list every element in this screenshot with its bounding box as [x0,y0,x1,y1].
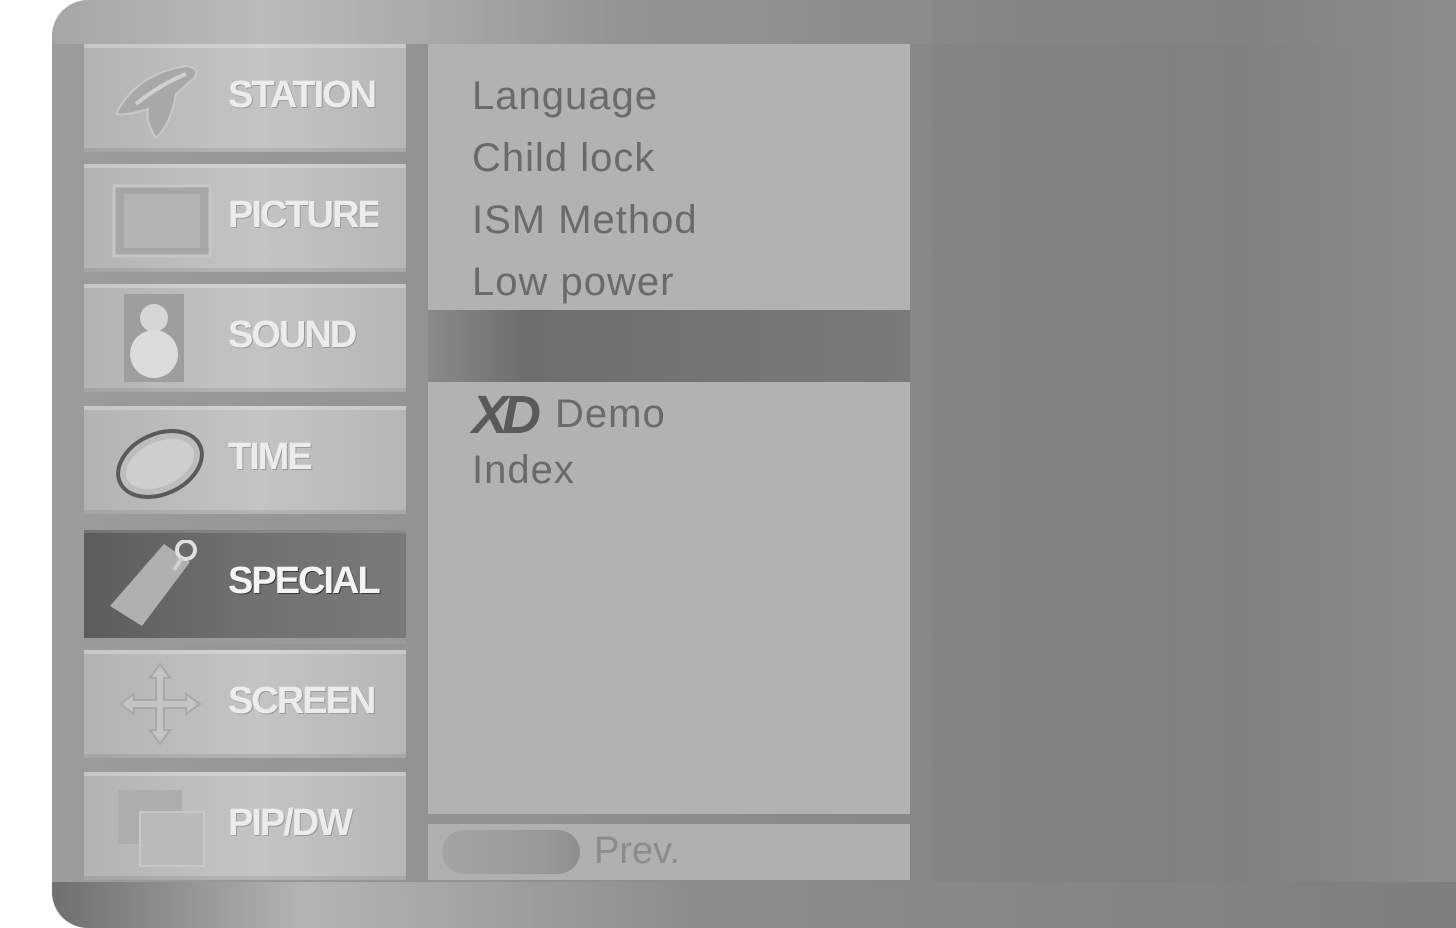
menu-item-label: SOUND [228,314,357,356]
submenu-item-language[interactable]: Language [472,74,658,119]
footer-bar: Prev. [428,824,910,880]
submenu-panel-bottom: XD Demo Index [428,382,910,814]
xd-demo-label: Demo [555,392,666,436]
tv-screen-icon [112,184,212,258]
submenu-panel-top: Language Child lock ISM Method Low power [428,44,910,310]
xd-logo: XD [472,385,541,445]
menu-item-station[interactable]: STATION [84,44,406,152]
pip-windows-icon [118,790,205,867]
menu-item-label: PIP/DW [228,802,353,844]
tag-icon [110,540,197,626]
submenu-item-child-lock[interactable]: Child lock [472,136,655,181]
menu-item-pip-dw[interactable]: PIP/DW [84,772,406,880]
bottom-highlight [52,882,1456,928]
menu-item-label: SCREEN [228,680,376,722]
satellite-icon [114,64,198,140]
menu-item-label: TIME [228,436,313,478]
orbit-clock-icon [116,429,204,499]
menu-item-screen[interactable]: SCREEN [84,650,406,758]
menu-item-sound[interactable]: SOUND [84,284,406,392]
submenu-item-xd-demo[interactable]: XD Demo [472,384,666,446]
submenu-item-ism-method[interactable]: ISM Method [472,198,698,243]
menu-item-time[interactable]: TIME [84,406,406,514]
submenu-item-index[interactable]: Index [472,448,575,493]
menu-item-label: SPECIAL [228,560,381,602]
speaker-icon [124,294,184,382]
menu-item-label: STATION [228,74,377,116]
menu-key-button-icon [442,830,580,874]
highlight-bar [428,310,910,382]
background-area [932,0,1456,928]
prev-label[interactable]: Prev. [594,830,680,873]
menu-item-special[interactable]: SPECIAL [84,530,406,638]
move-arrows-icon [118,662,202,746]
submenu-item-low-power[interactable]: Low power [472,260,674,305]
menu-item-picture[interactable]: PICTURE [84,164,406,272]
menu-item-label: PICTURE [228,194,378,236]
osd-menu: STATION PICTURE SOUND TIME SPECIAL SCREE… [52,0,1456,928]
